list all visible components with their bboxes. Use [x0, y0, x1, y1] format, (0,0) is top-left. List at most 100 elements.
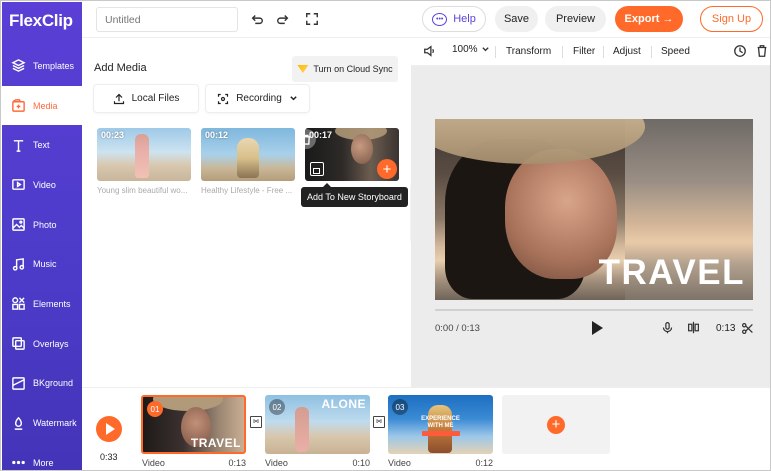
tooltip: Add To New Storyboard	[301, 183, 408, 207]
playback-progress[interactable]	[435, 309, 753, 311]
preview-button[interactable]: Preview	[545, 6, 606, 32]
sidebar-item-label: Music	[33, 259, 57, 270]
logo[interactable]: FlexClip	[8, 11, 73, 31]
add-clip-button[interactable]: +	[502, 395, 610, 454]
thumbnail-caption: Healthy Lifestyle - Free ...	[201, 186, 293, 195]
redo-icon[interactable]	[274, 10, 292, 28]
fullscreen-icon[interactable]	[303, 10, 321, 28]
zoom-dropdown[interactable]: 100%	[452, 44, 490, 55]
filter-tool[interactable]: Filter	[573, 46, 595, 57]
recording-label: Recording	[236, 93, 282, 104]
clock-icon[interactable]	[733, 44, 747, 58]
divider	[603, 46, 604, 58]
clip-number: 03	[392, 399, 408, 415]
text-icon	[10, 137, 26, 153]
clip-type: Video	[142, 458, 165, 468]
sidebar-item-video[interactable]: Video	[2, 165, 82, 205]
add-to-storyboard-button[interactable]: +	[377, 159, 397, 179]
clip-number: 02	[269, 399, 285, 415]
sidebar-item-music[interactable]: Music	[2, 244, 82, 284]
thumbnail-image	[135, 134, 149, 178]
logo-text: FlexClip	[9, 11, 73, 30]
sidebar-item-label: Media	[33, 100, 58, 111]
help-button[interactable]: ••• Help	[422, 6, 486, 32]
storyboard-clip[interactable]: 02 ALONE	[265, 395, 370, 454]
top-toolbar: ••• Help Save Preview Export → Sign Up	[82, 2, 770, 38]
trash-icon[interactable]	[755, 44, 769, 58]
clip-overlay-text: TRAVEL	[190, 436, 241, 450]
export-button[interactable]: Export →	[615, 6, 683, 32]
sidebar-item-templates[interactable]: Templates	[2, 46, 82, 86]
media-icon	[10, 98, 26, 114]
plus-icon: +	[547, 415, 565, 434]
clip-duration: 0:13	[716, 323, 736, 334]
thumbnail-duration: 00:12	[205, 130, 229, 140]
storyboard-clip[interactable]: 03 EXPERIENCE WITH ME	[388, 395, 493, 454]
zoom-label: 100%	[452, 44, 478, 55]
volume-icon[interactable]	[423, 44, 437, 58]
upload-icon	[113, 93, 124, 104]
sidebar-item-label: Overlays	[33, 338, 69, 349]
microphone-icon[interactable]	[661, 321, 674, 337]
sidebar-item-watermark[interactable]: Watermark	[2, 403, 82, 443]
undo-icon[interactable]	[248, 10, 266, 28]
sidebar-item-elements[interactable]: Elements	[2, 284, 82, 324]
sidebar-item-label: BKground	[33, 378, 74, 389]
thumbnail-caption: Young slim beautiful wo...	[97, 186, 188, 195]
transition-icon[interactable]: ⋈	[373, 416, 385, 428]
signup-button[interactable]: Sign Up	[700, 6, 763, 32]
local-files-button[interactable]: Local Files	[94, 85, 198, 112]
sidebar-item-label: Elements	[33, 298, 71, 309]
sidebar-item-bkground[interactable]: BKground	[2, 364, 82, 404]
transition-icon[interactable]: ⋈	[250, 416, 262, 428]
speed-tool[interactable]: Speed	[661, 46, 690, 57]
split-icon[interactable]	[687, 321, 700, 337]
sidebar-item-media[interactable]: Media	[2, 85, 82, 126]
sidebar-item-label: Video	[33, 179, 56, 190]
sidebar-item-label: Templates	[33, 60, 75, 71]
media-panel: Add Media Turn on Cloud Sync Local Files…	[82, 38, 410, 387]
divider	[562, 46, 563, 58]
clip-type: Video	[265, 458, 288, 468]
clip-overlay-bar	[422, 431, 460, 436]
storyboard-clip[interactable]: 01 TRAVEL	[141, 395, 246, 454]
picture-in-picture-icon[interactable]	[310, 162, 324, 176]
adjust-tool[interactable]: Adjust	[613, 46, 641, 57]
video-preview[interactable]: TRAVEL	[435, 119, 753, 300]
watermark-icon	[10, 415, 26, 431]
recording-dropdown[interactable]: Recording	[206, 85, 309, 112]
elements-icon	[10, 296, 26, 312]
clip-meta: Video 0:13	[142, 458, 246, 468]
chevron-down-icon	[481, 47, 489, 52]
sidebar-item-overlays[interactable]: Overlays	[2, 324, 82, 364]
video-icon	[10, 177, 26, 193]
sidebar-item-text[interactable]: Text	[2, 125, 82, 165]
transform-tool[interactable]: Transform	[506, 46, 551, 57]
project-title-input[interactable]	[96, 7, 238, 32]
save-button[interactable]: Save	[495, 6, 538, 32]
total-duration: 0:33	[100, 452, 118, 462]
help-label: Help	[453, 13, 476, 25]
delete-icon[interactable]	[296, 129, 316, 149]
local-files-label: Local Files	[131, 93, 180, 104]
panel-title: Add Media	[94, 62, 147, 74]
media-thumbnail[interactable]: 00:12	[201, 128, 295, 181]
thumbnail-image-face	[351, 134, 373, 164]
play-icon[interactable]	[592, 321, 603, 335]
sidebar-item-more[interactable]: More	[2, 443, 82, 470]
clip-overlay-text: EXPERIENCE WITH ME	[421, 416, 460, 429]
sidebar: FlexClip Templates Media Text Video Phot…	[2, 2, 82, 470]
video-overlay-text[interactable]: TRAVEL	[599, 253, 745, 293]
media-thumbnail[interactable]: 00:23	[97, 128, 191, 181]
cloud-sync-button[interactable]: Turn on Cloud Sync	[292, 56, 398, 82]
sidebar-nav: Templates Media Text Video Photo Music E…	[2, 46, 82, 470]
play-all-button[interactable]	[96, 416, 122, 442]
video-subject-hat	[435, 119, 645, 164]
clip-duration: 0:12	[475, 458, 493, 468]
sidebar-item-label: More	[33, 457, 54, 468]
clip-duration: 0:10	[352, 458, 370, 468]
scissors-icon[interactable]	[741, 322, 754, 338]
preview-area: 100% Transform Filter Adjust Speed TRAVE…	[411, 38, 770, 387]
sidebar-item-label: Text	[33, 140, 50, 151]
sidebar-item-photo[interactable]: Photo	[2, 205, 82, 245]
